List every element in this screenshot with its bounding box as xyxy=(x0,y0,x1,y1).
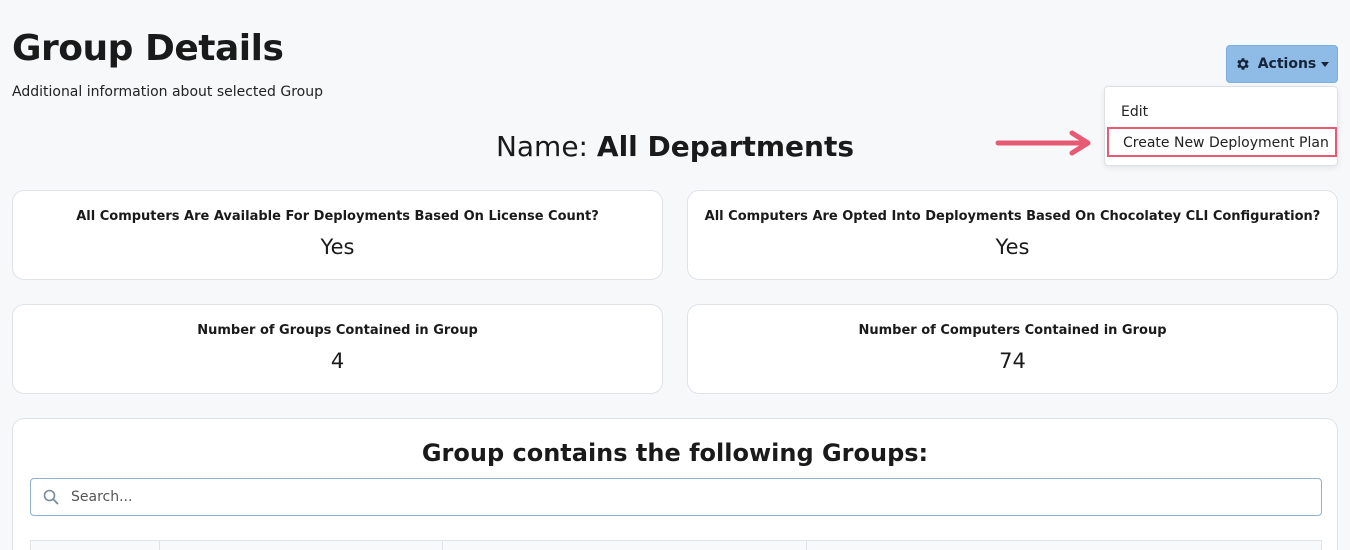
card-value: Yes xyxy=(320,235,355,259)
card-label: All Computers Are Available For Deployme… xyxy=(76,209,599,224)
card-value: 74 xyxy=(999,349,1026,373)
computers-count-card: Number of Computers Contained in Group 7… xyxy=(687,304,1338,394)
group-name-heading: Name: All Departments xyxy=(0,130,1350,163)
group-name-prefix: Name: xyxy=(495,130,588,163)
menu-item-edit[interactable]: Edit xyxy=(1105,101,1337,123)
search-box xyxy=(30,478,1322,516)
card-label: Number of Computers Contained in Group xyxy=(858,323,1167,338)
card-label: All Computers Are Opted Into Deployments… xyxy=(704,209,1321,224)
license-availability-card: All Computers Are Available For Deployme… xyxy=(12,190,663,280)
table-column-divider xyxy=(442,541,443,550)
search-icon xyxy=(43,489,59,505)
groups-count-card: Number of Groups Contained in Group 4 xyxy=(12,304,663,394)
gear-icon xyxy=(1236,58,1249,70)
caret-down-icon xyxy=(1321,61,1330,67)
actions-button-label: Actions xyxy=(1257,56,1317,72)
actions-button[interactable]: Actions xyxy=(1226,45,1338,83)
group-details-page: Group Details Additional information abo… xyxy=(0,0,1350,550)
group-name-value: All Departments xyxy=(596,130,855,163)
page-subtitle: Additional information about selected Gr… xyxy=(12,84,323,100)
contained-groups-panel: Group contains the following Groups: xyxy=(12,418,1338,550)
contained-groups-title: Group contains the following Groups: xyxy=(421,439,929,467)
page-title: Group Details xyxy=(12,28,284,69)
table-column-divider xyxy=(159,541,160,550)
card-label: Number of Groups Contained in Group xyxy=(197,323,478,338)
groups-table-header xyxy=(30,540,1322,550)
opted-in-card: All Computers Are Opted Into Deployments… xyxy=(687,190,1338,280)
search-input[interactable] xyxy=(71,479,1311,515)
card-value: Yes xyxy=(995,235,1030,259)
card-value: 4 xyxy=(330,349,345,373)
table-column-divider xyxy=(806,541,807,550)
